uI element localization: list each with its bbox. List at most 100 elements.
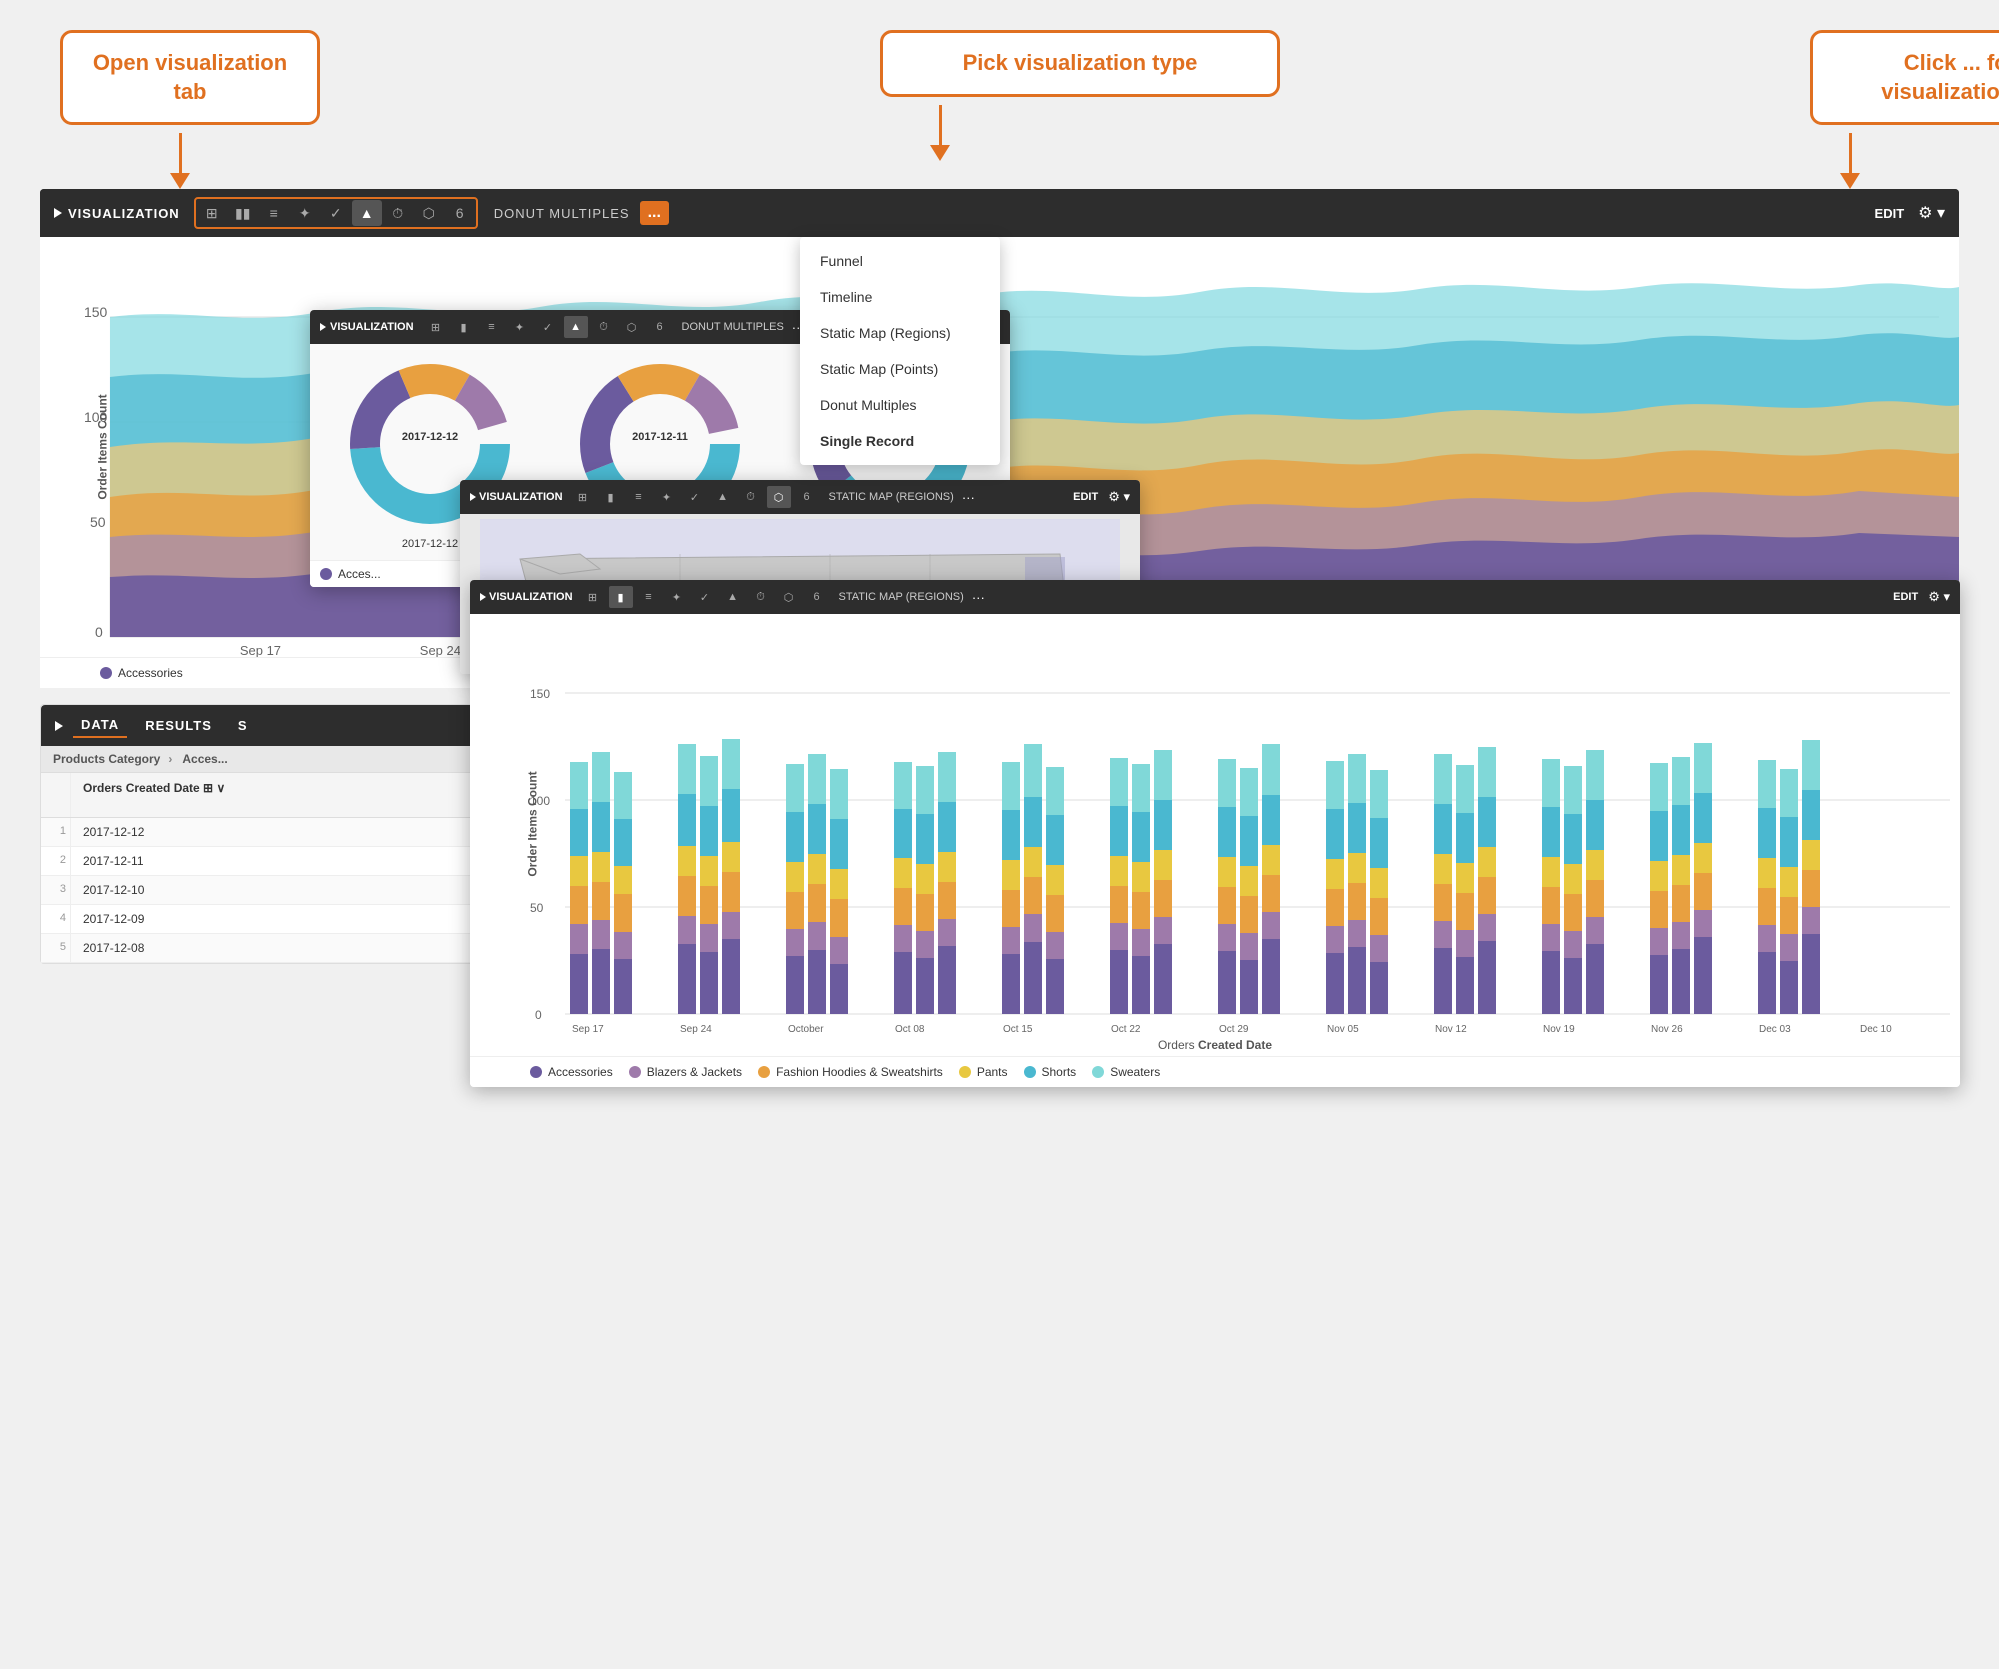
svg-text:Nov 26: Nov 26 — [1651, 1024, 1683, 1034]
bar-legend: Accessories Blazers & Jackets Fashion Ho… — [470, 1056, 1960, 1087]
number-icon[interactable]: 6 — [445, 200, 475, 226]
svg-text:Oct 08: Oct 08 — [895, 1024, 925, 1034]
svg-text:Sep 17: Sep 17 — [240, 643, 281, 657]
bar-legend-fashion: Fashion Hoodies & Sweatshirts — [758, 1065, 943, 1079]
dropdown-single-record[interactable]: Single Record — [800, 423, 1000, 459]
s-scatter-icon[interactable]: ✦ — [508, 316, 532, 338]
b-num-icon[interactable]: 6 — [805, 586, 829, 608]
data-tab-s[interactable]: S — [230, 714, 256, 737]
m-check-icon[interactable]: ✓ — [683, 486, 707, 508]
list-icon[interactable]: ≡ — [259, 200, 289, 226]
svg-text:Sep 17: Sep 17 — [572, 1024, 604, 1034]
svg-text:2017-12-11: 2017-12-11 — [632, 431, 688, 443]
viz-type-label: DONUT MULTIPLES — [494, 206, 630, 221]
m-scatter-icon[interactable]: ✦ — [655, 486, 679, 508]
bar-legend-blazers: Blazers & Jackets — [629, 1065, 742, 1079]
m-list-icon[interactable]: ≡ — [627, 486, 651, 508]
svg-text:50: 50 — [530, 901, 544, 915]
m-num-icon[interactable]: 6 — [795, 486, 819, 508]
svg-text:Nov 05: Nov 05 — [1327, 1024, 1359, 1034]
s-list-icon[interactable]: ≡ — [480, 316, 504, 338]
callout-more-options: Click ... for more visualization options — [1810, 30, 1999, 125]
data-collapse-icon[interactable] — [55, 721, 63, 731]
b-area-icon[interactable]: ▲ — [721, 586, 745, 608]
legend-accessories: Accessories — [100, 666, 183, 680]
b-bar-icon[interactable]: ▮ — [609, 586, 633, 608]
bar-legend-shorts: Shorts — [1024, 1065, 1077, 1079]
line-icon[interactable]: ✓ — [321, 200, 351, 226]
viz-dropdown-menu: Funnel Timeline Static Map (Regions) Sta… — [800, 237, 1000, 465]
viz-panel-label: VISUALIZATION — [54, 206, 180, 221]
globe-icon[interactable]: ⬡ — [414, 200, 444, 226]
svg-text:Oct 29: Oct 29 — [1219, 1024, 1249, 1034]
bar-viz-panel: VISUALIZATION ⊞ ▮ ≡ ✦ ✓ ▲ ⏱ ⬡ 6 STATIC M… — [470, 580, 1960, 1087]
m-table-icon[interactable]: ⊞ — [571, 486, 595, 508]
b-globe-icon[interactable]: ⬡ — [777, 586, 801, 608]
bar-toolbar: VISUALIZATION ⊞ ▮ ≡ ✦ ✓ ▲ ⏱ ⬡ 6 STATIC M… — [470, 580, 1960, 614]
more-options-button[interactable]: ... — [640, 201, 669, 225]
m-bar-icon[interactable]: ▮ — [599, 486, 623, 508]
bar-y-label: Order Items Count — [526, 771, 540, 876]
svg-text:150: 150 — [530, 687, 550, 701]
map-toolbar: VISUALIZATION ⊞ ▮ ≡ ✦ ✓ ▲ ⏱ ⬡ 6 STATIC M… — [460, 480, 1140, 514]
bar-edit-btn[interactable]: EDIT — [1893, 591, 1918, 603]
b-table-icon[interactable]: ⊞ — [581, 586, 605, 608]
svg-text:150: 150 — [84, 304, 108, 320]
donut-legend-acce: Acces... — [320, 567, 381, 581]
scatter-icon[interactable]: ✦ — [290, 200, 320, 226]
b-clock-icon[interactable]: ⏱ — [749, 586, 773, 608]
callout-open-viz: Open visualization tab — [60, 30, 320, 125]
bar-chart-svg: 0 50 100 150 — [530, 614, 1960, 1034]
bar-more-btn[interactable]: ··· — [972, 590, 985, 605]
svg-text:Dec 03: Dec 03 — [1759, 1024, 1791, 1034]
dropdown-funnel[interactable]: Funnel — [800, 243, 1000, 279]
svg-text:Nov 12: Nov 12 — [1435, 1024, 1467, 1034]
m-clock-icon[interactable]: ⏱ — [739, 486, 763, 508]
bar-legend-pants: Pants — [959, 1065, 1008, 1079]
b-check-icon[interactable]: ✓ — [693, 586, 717, 608]
dropdown-static-map-points[interactable]: Static Map (Points) — [800, 351, 1000, 387]
clock-icon[interactable]: ⏱ — [383, 200, 413, 226]
data-tab-data[interactable]: DATA — [73, 713, 127, 738]
callout-pick-viz: Pick visualization type — [880, 30, 1280, 97]
s-num-icon[interactable]: 6 — [648, 316, 672, 338]
svg-text:Oct 22: Oct 22 — [1111, 1024, 1141, 1034]
area-chart-icon[interactable]: ▲ — [352, 200, 382, 226]
viz-type-icons: ⊞ ▮▮ ≡ ✦ ✓ ▲ ⏱ ⬡ 6 — [194, 197, 478, 229]
y-axis-label: Order Items Count — [96, 395, 110, 500]
s-table-icon[interactable]: ⊞ — [424, 316, 448, 338]
dropdown-static-map-regions[interactable]: Static Map (Regions) — [800, 315, 1000, 351]
s-globe-icon[interactable]: ⬡ — [620, 316, 644, 338]
svg-text:0: 0 — [535, 1008, 542, 1022]
data-tab-results[interactable]: RESULTS — [137, 714, 220, 737]
edit-button[interactable]: EDIT — [1875, 206, 1905, 221]
bar-chart-icon[interactable]: ▮▮ — [228, 200, 258, 226]
s-bar-icon[interactable]: ▮ — [452, 316, 476, 338]
bar-chart-area: Order Items Count 0 50 100 150 — [470, 614, 1960, 1034]
settings-icon[interactable]: ⚙ ▾ — [1918, 203, 1945, 223]
s-clock-icon[interactable]: ⏱ — [592, 316, 616, 338]
svg-text:October: October — [788, 1024, 824, 1034]
svg-text:Sep 24: Sep 24 — [420, 643, 461, 657]
svg-text:2017-12-12: 2017-12-12 — [402, 431, 458, 443]
svg-text:Oct 15: Oct 15 — [1003, 1024, 1033, 1034]
map-gear-icon[interactable]: ⚙ ▾ — [1108, 489, 1130, 505]
collapse-icon[interactable] — [54, 208, 62, 218]
table-icon[interactable]: ⊞ — [197, 200, 227, 226]
bar-legend-sweaters: Sweaters — [1092, 1065, 1160, 1079]
dropdown-timeline[interactable]: Timeline — [800, 279, 1000, 315]
viz-toolbar: VISUALIZATION ⊞ ▮▮ ≡ ✦ ✓ ▲ ⏱ ⬡ 6 DONUT M… — [40, 189, 1959, 237]
b-list-icon[interactable]: ≡ — [637, 586, 661, 608]
svg-text:Sep 24: Sep 24 — [680, 1024, 712, 1034]
s-area-icon[interactable]: ▲ — [564, 316, 588, 338]
map-more-btn[interactable]: ··· — [962, 490, 975, 505]
m-area-icon[interactable]: ▲ — [711, 486, 735, 508]
svg-text:0: 0 — [95, 624, 103, 640]
bar-gear-icon[interactable]: ⚙ ▾ — [1928, 589, 1950, 605]
dropdown-donut-multiples[interactable]: Donut Multiples — [800, 387, 1000, 423]
s-check-icon[interactable]: ✓ — [536, 316, 560, 338]
map-edit-btn[interactable]: EDIT — [1073, 491, 1098, 503]
m-globe-icon[interactable]: ⬡ — [767, 486, 791, 508]
bar-legend-accessories: Accessories — [530, 1065, 613, 1079]
b-scatter-icon[interactable]: ✦ — [665, 586, 689, 608]
